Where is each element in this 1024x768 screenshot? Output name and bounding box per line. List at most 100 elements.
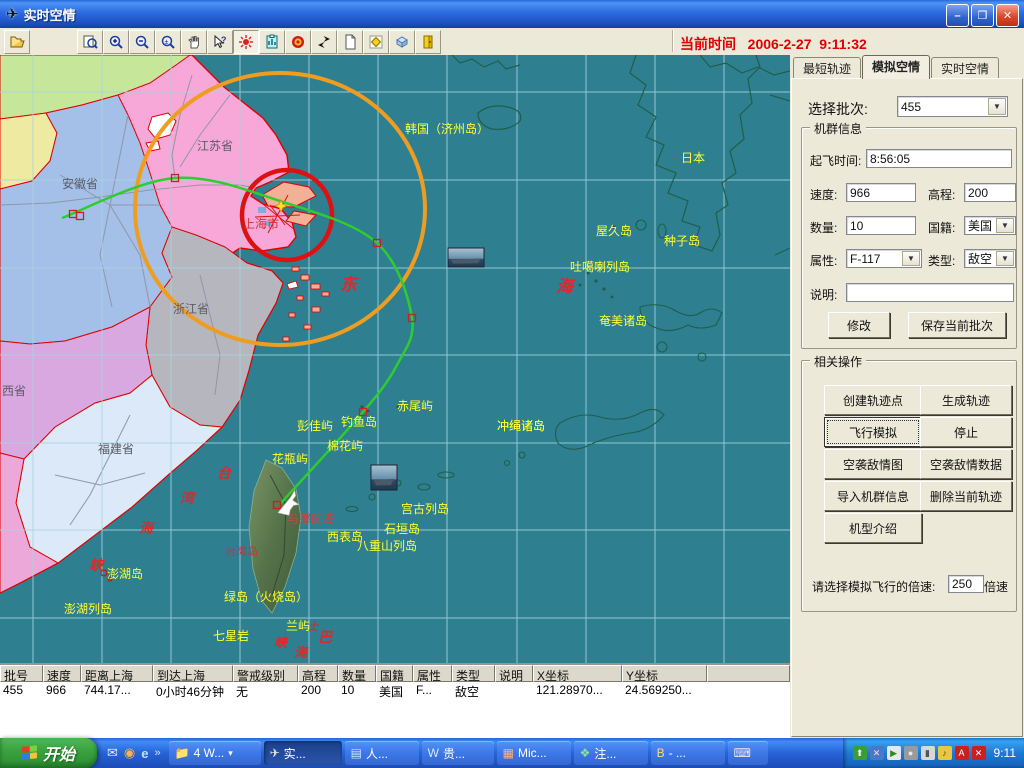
ops-button-4[interactable]: 停止 <box>920 417 1012 447</box>
ati-icon[interactable]: A <box>955 746 969 760</box>
exit-door-button[interactable] <box>415 30 441 54</box>
col-header[interactable]: 距离上海 <box>81 665 153 682</box>
app-window: ✈ 实时空情 – ❐ ✕ ±? 当前时间 2006-2-27 9:11:32 <box>0 0 1024 768</box>
col-header[interactable]: 国籍 <box>376 665 413 682</box>
alarm-target-button[interactable] <box>285 30 311 54</box>
chevron-down-icon[interactable]: ▼ <box>996 251 1014 266</box>
mail-icon[interactable]: ✉ <box>107 745 118 761</box>
layer-box-button[interactable] <box>389 30 415 54</box>
col-header[interactable]: Y坐标 <box>622 665 707 682</box>
altitude-input[interactable]: 200 <box>964 183 1016 202</box>
col-header[interactable]: 批号 <box>0 665 43 682</box>
task-button-3[interactable]: ▤人... <box>345 741 419 765</box>
tab-1[interactable]: 最短轨迹 <box>793 57 861 78</box>
diamond-layer-button[interactable] <box>363 30 389 54</box>
ops-button-9[interactable]: 机型介绍 <box>824 513 922 543</box>
chevron-down-icon[interactable]: ▼ <box>902 251 920 266</box>
col-header[interactable]: 警戒级别 <box>233 665 298 682</box>
battery-icon[interactable]: ▮ <box>921 746 935 760</box>
target-table: 批号速度距离上海到达上海警戒级别高程数量国籍属性类型说明X坐标Y坐标 45596… <box>0 663 790 740</box>
count-input[interactable]: 10 <box>846 216 916 235</box>
col-header[interactable]: 高程 <box>298 665 338 682</box>
maximize-button[interactable]: ❐ <box>971 4 994 27</box>
map-label: 与那国岛 <box>287 511 335 526</box>
col-header[interactable]: 说明 <box>495 665 533 682</box>
ops-button-6[interactable]: 空袭敌情数据 <box>920 449 1012 479</box>
situation-map[interactable]: 韩国（济州岛）日本屋久岛种子岛吐噶喇列岛奄美诸岛冲绳诸岛赤尾屿彭佳屿钓鱼岛棉花屿… <box>0 55 790 663</box>
update-icon[interactable]: ⬆ <box>853 746 867 760</box>
close-button[interactable]: ✕ <box>996 4 1019 27</box>
cell <box>707 682 790 698</box>
network-disconnected-icon[interactable]: ✕ <box>870 746 884 760</box>
tab-2[interactable]: 模拟空情 <box>862 55 930 79</box>
sun-alert-button[interactable] <box>233 30 259 54</box>
type-label: 类型: <box>928 252 955 269</box>
ops-button-1[interactable]: 创建轨迹点 <box>824 385 922 415</box>
new-document-button[interactable] <box>337 30 363 54</box>
table-row[interactable]: 455966744.17...0小时46分钟无20010美国F...敌空121.… <box>0 682 790 698</box>
note-input[interactable] <box>846 283 1014 302</box>
task-label: 贵... <box>443 745 465 762</box>
nation-combobox[interactable]: 美国▼ <box>964 216 1016 235</box>
chevron-down-icon[interactable]: ▼ <box>996 218 1014 233</box>
task-button-1[interactable]: 📁4 W...▾ <box>169 741 261 765</box>
attr-combobox[interactable]: F-117▼ <box>846 249 922 268</box>
ops-button-3[interactable]: 飞行模拟 <box>824 417 922 447</box>
task-button-7[interactable]: B- ... <box>651 741 725 765</box>
sim-speed-input[interactable]: 250 <box>948 575 984 593</box>
col-header[interactable]: 类型 <box>452 665 495 682</box>
task-button-8[interactable]: ⌨ <box>728 741 768 765</box>
minimize-button[interactable]: – <box>946 4 969 27</box>
type-combobox[interactable]: 敌空 ▼ <box>964 249 1016 268</box>
ship-photo[interactable] <box>448 248 484 267</box>
ops-button-2[interactable]: 生成轨迹 <box>920 385 1012 415</box>
swap-arrows-button[interactable] <box>311 30 337 54</box>
open-file-button[interactable] <box>4 30 30 54</box>
ship-photo[interactable] <box>371 465 397 490</box>
map-area[interactable]: 韩国（济州岛）日本屋久岛种子岛吐噶喇列岛奄美诸岛冲绳诸岛赤尾屿彭佳屿钓鱼岛棉花屿… <box>0 55 792 663</box>
zoom-extent-button[interactable]: ± <box>155 30 181 54</box>
batch-combobox[interactable]: 455 ▼ <box>897 96 1008 117</box>
quicklaunch-overflow-chevron[interactable]: » <box>154 747 160 759</box>
start-button[interactable]: 开始 <box>0 738 97 768</box>
task-label: 注... <box>594 745 616 762</box>
cd-icon[interactable]: ● <box>904 746 918 760</box>
col-header[interactable]: 数量 <box>338 665 376 682</box>
task-button-5[interactable]: ▦Mic... <box>497 741 571 765</box>
zoom-in-button[interactable] <box>103 30 129 54</box>
col-header[interactable]: X坐标 <box>533 665 622 682</box>
internet-explorer-icon[interactable]: e <box>141 746 148 761</box>
security-alert-icon[interactable]: ✕ <box>972 746 986 760</box>
zoom-out-button[interactable] <box>129 30 155 54</box>
ops-button-8[interactable]: 删除当前轨迹 <box>920 481 1012 511</box>
speed-value: 966 <box>850 186 870 200</box>
report-chart-button[interactable] <box>259 30 285 54</box>
tab-3[interactable]: 实时空情 <box>931 57 999 78</box>
modify-button[interactable]: 修改 <box>828 312 890 338</box>
chevron-down-icon[interactable]: ▾ <box>228 748 233 759</box>
media-player-icon[interactable]: ◉ <box>124 745 135 761</box>
context-help-button[interactable]: ? <box>207 30 233 54</box>
pan-hand-button[interactable] <box>181 30 207 54</box>
col-header[interactable] <box>707 665 790 682</box>
chevron-down-icon[interactable]: ▼ <box>988 98 1006 115</box>
task-button-4[interactable]: W贵... <box>422 741 494 765</box>
map-label: 钓鱼岛 <box>341 414 377 429</box>
task-button-6[interactable]: ❖注... <box>574 741 648 765</box>
speed-input[interactable]: 966 <box>846 183 916 202</box>
col-header[interactable]: 速度 <box>43 665 81 682</box>
save-batch-button[interactable]: 保存当前批次 <box>908 312 1006 338</box>
media-task-icon[interactable]: ▶ <box>887 746 901 760</box>
cell: 455 <box>0 682 43 698</box>
ops-button-5[interactable]: 空袭敌情图 <box>824 449 922 479</box>
volume-icon[interactable]: ♪ <box>938 746 952 760</box>
col-header[interactable]: 属性 <box>413 665 452 682</box>
ops-button-7[interactable]: 导入机群信息 <box>824 481 922 511</box>
takeoff-input[interactable]: 8:56:05 <box>866 149 1012 168</box>
col-header[interactable]: 到达上海 <box>153 665 233 682</box>
task-button-2[interactable]: ✈实... <box>264 741 342 765</box>
type-value: 敌空 <box>968 250 992 267</box>
task-icon: B <box>657 747 665 759</box>
map-label: 峡 <box>274 635 289 650</box>
print-preview-button[interactable] <box>77 30 103 54</box>
